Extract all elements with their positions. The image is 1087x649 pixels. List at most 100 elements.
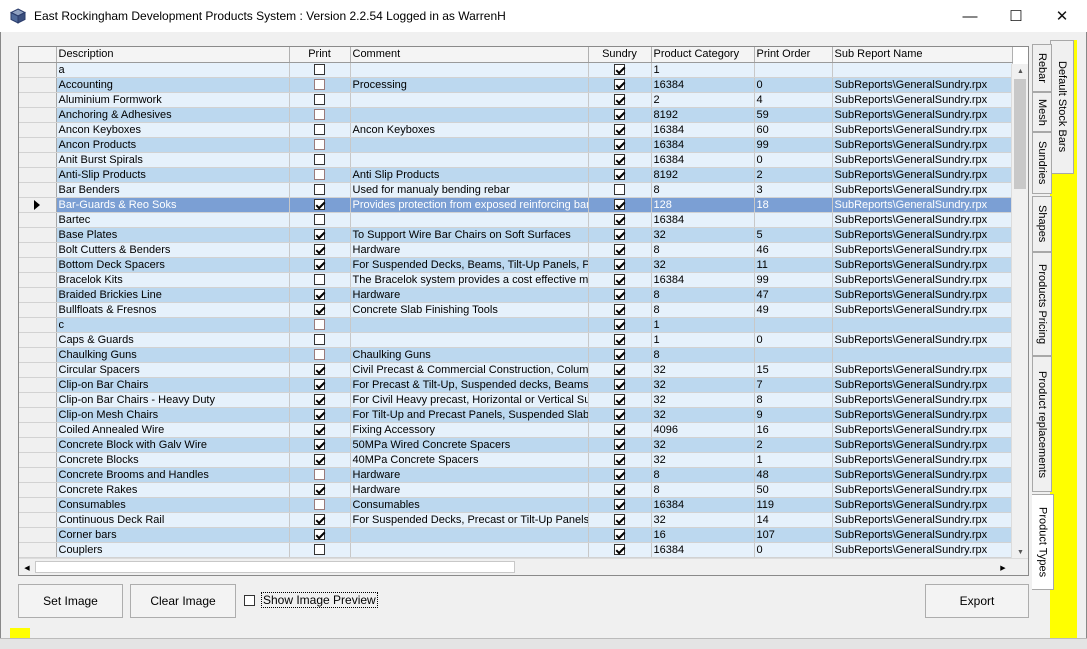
description-cell[interactable]: Bolt Cutters & Benders (56, 242, 290, 258)
table-row[interactable]: Clip-on Mesh Chairs For Tilt-Up and Preca… (19, 407, 1013, 423)
row-selector[interactable] (19, 167, 57, 183)
sub-report-name-cell[interactable]: SubReports\GeneralSundry.rpx (832, 92, 1013, 108)
description-cell[interactable]: Clip-on Bar Chairs (56, 377, 290, 393)
col-header-print-order[interactable]: Print Order (754, 47, 833, 63)
product-category-cell[interactable]: 16384 (651, 212, 755, 228)
product-category-cell[interactable]: 32 (651, 377, 755, 393)
print-order-cell[interactable]: 9 (754, 407, 833, 423)
print-checkbox[interactable] (314, 64, 325, 76)
print-checkbox[interactable] (314, 169, 325, 181)
print-order-cell[interactable]: 16 (754, 422, 833, 438)
sub-report-name-cell[interactable]: SubReports\GeneralSundry.rpx (832, 167, 1013, 183)
sundry-checkbox[interactable] (614, 94, 625, 106)
description-cell[interactable]: Chaulking Guns (56, 347, 290, 363)
print-order-cell[interactable]: 119 (754, 497, 833, 513)
table-row[interactable]: Clip-on Bar Chairs For Precast & Tilt-Up,… (19, 377, 1013, 393)
sundry-checkbox[interactable] (614, 349, 625, 361)
product-category-cell[interactable]: 32 (651, 362, 755, 378)
sundry-checkbox[interactable] (614, 184, 625, 196)
row-selector[interactable] (19, 122, 57, 138)
scroll-up-arrow-icon[interactable]: ▲ (1012, 64, 1028, 79)
table-row[interactable]: Continuous Deck Rail For Suspended Decks,… (19, 512, 1013, 528)
tab-rebar[interactable]: Rebar (1032, 44, 1052, 92)
print-order-cell[interactable]: 60 (754, 122, 833, 138)
comment-cell[interactable]: For Civil Heavy precast, Horizontal or V… (350, 392, 589, 408)
product-category-cell[interactable]: 8 (651, 302, 755, 318)
description-cell[interactable]: Consumables (56, 497, 290, 513)
product-category-cell[interactable]: 32 (651, 452, 755, 468)
show-image-preview-checkbox[interactable]: Show Image Preview (244, 592, 378, 608)
print-checkbox[interactable] (314, 349, 325, 361)
description-cell[interactable]: Clip-on Mesh Chairs (56, 407, 290, 423)
description-cell[interactable]: Bracelok Kits (56, 272, 290, 288)
sundry-checkbox[interactable] (614, 169, 625, 181)
table-row[interactable]: Couplers 16384 0 SubReports\GeneralSundry.r… (19, 542, 1013, 558)
print-order-cell[interactable]: 7 (754, 377, 833, 393)
table-row[interactable]: Coiled Annealed Wire Fixing Accessory 4096… (19, 422, 1013, 438)
description-cell[interactable]: Ancon Keyboxes (56, 122, 290, 138)
print-order-cell[interactable]: 18 (754, 197, 833, 213)
tab-shapes[interactable]: Shapes (1032, 196, 1052, 252)
product-category-cell[interactable]: 1 (651, 62, 755, 78)
product-category-cell[interactable]: 8 (651, 242, 755, 258)
row-selector[interactable] (19, 467, 57, 483)
product-category-cell[interactable]: 16384 (651, 272, 755, 288)
table-row[interactable]: Bar Benders Used for manualy bending reba… (19, 182, 1013, 198)
product-category-cell[interactable]: 4096 (651, 422, 755, 438)
product-category-cell[interactable]: 16384 (651, 497, 755, 513)
print-checkbox[interactable] (314, 439, 325, 451)
comment-cell[interactable] (350, 332, 589, 348)
product-category-cell[interactable]: 16384 (651, 152, 755, 168)
sub-report-name-cell[interactable]: SubReports\GeneralSundry.rpx (832, 497, 1013, 513)
table-row[interactable]: Chaulking Guns Chaulking Guns 8 (19, 347, 1013, 363)
tab-products-pricing[interactable]: Products Pricing (1032, 252, 1052, 356)
sub-report-name-cell[interactable]: SubReports\GeneralSundry.rpx (832, 512, 1013, 528)
sub-report-name-cell[interactable]: SubReports\GeneralSundry.rpx (832, 152, 1013, 168)
table-row[interactable]: Aluminium Formwork 2 4 SubReports\GeneralSu… (19, 92, 1013, 108)
product-category-cell[interactable]: 16384 (651, 77, 755, 93)
sundry-checkbox[interactable] (614, 469, 625, 481)
sub-report-name-cell[interactable]: SubReports\GeneralSundry.rpx (832, 482, 1013, 498)
product-category-cell[interactable]: 32 (651, 392, 755, 408)
print-order-cell[interactable]: 0 (754, 77, 833, 93)
horizontal-scroll-thumb[interactable] (35, 561, 515, 573)
comment-cell[interactable]: Hardware (350, 287, 589, 303)
row-selector[interactable] (19, 242, 57, 258)
product-category-cell[interactable]: 16384 (651, 542, 755, 558)
col-header-sundry[interactable]: Sundry (588, 47, 652, 63)
scroll-right-arrow-icon[interactable]: ▶ (995, 559, 1011, 575)
table-row[interactable]: Circular Spacers Civil Precast & Commerci… (19, 362, 1013, 378)
print-order-cell[interactable]: 8 (754, 392, 833, 408)
table-row[interactable]: Anti-Slip Products Anti Slip Products 8192… (19, 167, 1013, 183)
col-header-product-category[interactable]: Product Category (651, 47, 755, 63)
table-row[interactable]: Bracelok Kits The Bracelok system provide… (19, 272, 1013, 288)
product-types-grid[interactable]: Description Print Comment Sundry Product… (18, 46, 1029, 576)
sundry-checkbox[interactable] (614, 109, 625, 121)
print-checkbox[interactable] (314, 454, 325, 466)
row-selector[interactable] (19, 197, 57, 213)
print-checkbox[interactable] (314, 364, 325, 376)
description-cell[interactable]: Ancon Products (56, 137, 290, 153)
print-order-cell[interactable]: 11 (754, 257, 833, 273)
description-cell[interactable]: Aluminium Formwork (56, 92, 290, 108)
row-selector[interactable] (19, 137, 57, 153)
product-category-cell[interactable]: 8192 (651, 167, 755, 183)
product-category-cell[interactable]: 1 (651, 332, 755, 348)
print-checkbox[interactable] (314, 199, 325, 211)
sub-report-name-cell[interactable]: SubReports\GeneralSundry.rpx (832, 272, 1013, 288)
description-cell[interactable]: Concrete Brooms and Handles (56, 467, 290, 483)
comment-cell[interactable]: 40MPa Concrete Spacers (350, 452, 589, 468)
table-row[interactable]: a1 (19, 62, 1013, 78)
tab-default-stock-bars[interactable]: Default Stock Bars (1050, 40, 1074, 174)
sub-report-name-cell[interactable]: SubReports\GeneralSundry.rpx (832, 182, 1013, 198)
row-selector[interactable] (19, 107, 57, 123)
sundry-checkbox[interactable] (614, 64, 625, 76)
comment-cell[interactable] (350, 152, 589, 168)
description-cell[interactable]: Couplers (56, 542, 290, 558)
print-order-cell[interactable]: 59 (754, 107, 833, 123)
print-checkbox[interactable] (314, 319, 325, 331)
col-header-print[interactable]: Print (289, 47, 351, 63)
sub-report-name-cell[interactable] (832, 317, 1013, 333)
description-cell[interactable]: Concrete Block with Galv Wire (56, 437, 290, 453)
row-selector[interactable] (19, 542, 57, 558)
